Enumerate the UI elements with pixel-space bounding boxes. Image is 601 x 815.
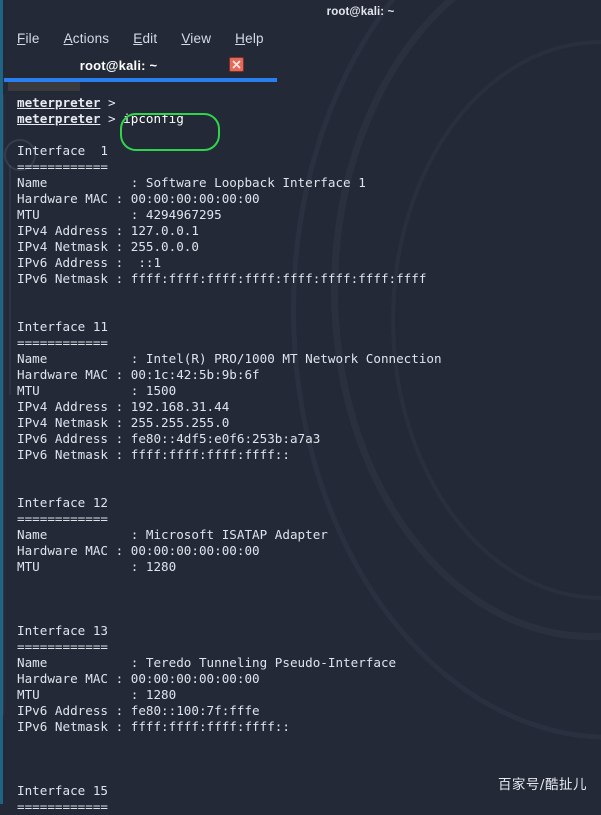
menu-item-file[interactable]: File (17, 31, 40, 46)
window-titlebar: root@kali: ~ (0, 0, 601, 24)
menu-item-actions[interactable]: Actions (64, 31, 110, 46)
terminal-line: Interface 11 (17, 319, 108, 334)
menu-item-view-label: iew (190, 30, 212, 46)
menu-item-actions-label: ctions (72, 30, 110, 46)
terminal-line: MTU : 1280 (17, 559, 177, 574)
menu-item-file-label: ile (25, 30, 40, 46)
terminal-line: Name : Teredo Tunneling Pseudo-Interface (17, 655, 397, 670)
terminal-line: MTU : 1500 (17, 383, 177, 398)
terminal-line: IPv6 Netmask : ffff:ffff:ffff:ffff:: (17, 719, 290, 734)
terminal-line: IPv6 Address : ::1 (17, 255, 162, 270)
terminal-prompt-line: meterpreter > ipconfig (17, 111, 601, 127)
terminal-command: ipconfig (123, 111, 184, 126)
menubar: File Actions Edit View Help (0, 24, 601, 52)
watermark: 百家号/酷扯儿 (497, 777, 587, 793)
prompt-user: meterpreter (17, 111, 101, 126)
terminal-line: IPv6 Netmask : ffff:ffff:ffff:ffff:: (17, 447, 290, 462)
menu-item-help-accel: H (235, 30, 246, 46)
terminal-line: ============ (17, 639, 108, 654)
terminal-line: Hardware MAC : 00:1c:42:5b:9b:6f (17, 367, 260, 382)
window-left-border (0, 0, 3, 804)
terminal-line: ============ (17, 159, 108, 174)
tab-root-kali[interactable]: root@kali: ~ (0, 52, 277, 79)
terminal-line: IPv6 Address : fe80::4df5:e0f6:253b:a7a3 (17, 431, 321, 446)
window-title: root@kali: ~ (326, 6, 395, 18)
terminal-line: Name : Microsoft ISATAP Adapter (17, 527, 328, 542)
terminal-prompt-line: meterpreter > (17, 95, 601, 111)
menu-item-help[interactable]: Help (235, 31, 264, 46)
terminal-line: ============ (17, 511, 108, 526)
terminal-line: Interface 13 (17, 623, 108, 638)
terminal-line: ============ (17, 799, 108, 814)
menu-item-help-label: elp (245, 30, 264, 46)
menu-item-view-accel: V (181, 30, 191, 46)
menu-item-edit-label: dit (142, 30, 158, 46)
menu-item-actions-accel: A (63, 30, 73, 46)
terminal-line: IPv6 Address : fe80::100:7f:fffe (17, 703, 260, 718)
terminal-line: Hardware MAC : 00:00:00:00:00:00 (17, 191, 260, 206)
terminal-line: IPv4 Address : 127.0.0.1 (17, 223, 199, 238)
terminal-line: Name : Software Loopback Interface 1 (17, 175, 366, 190)
terminal-output[interactable]: meterpreter > meterpreter > ipconfig Int… (0, 82, 601, 815)
terminal-line: Hardware MAC : 00:00:00:00:00:00 (17, 671, 260, 686)
terminal-line: IPv4 Address : 192.168.31.44 (17, 399, 230, 414)
terminal-line: ============ (17, 335, 108, 350)
terminal-line: Name : Intel(R) PRO/1000 MT Network Conn… (17, 351, 442, 366)
prompt-caret: > (100, 111, 124, 126)
prompt-user: meterpreter (17, 95, 101, 110)
close-icon[interactable] (229, 57, 244, 72)
tabbar: root@kali: ~ (0, 52, 601, 91)
menu-item-edit[interactable]: Edit (133, 31, 157, 46)
terminal-line: Interface 12 (17, 495, 108, 510)
terminal-line: MTU : 4294967295 (17, 207, 222, 222)
terminal-line: IPv4 Netmask : 255.255.255.0 (17, 415, 230, 430)
terminal-line: MTU : 1280 (17, 687, 177, 702)
terminal-line: Hardware MAC : 00:00:00:00:00:00 (17, 543, 260, 558)
prompt-caret: > (100, 95, 124, 110)
terminal-line: IPv6 Netmask : ffff:ffff:ffff:ffff:ffff:… (17, 271, 427, 286)
terminal-line: Interface 1 (17, 143, 108, 158)
menu-item-view[interactable]: View (181, 31, 211, 46)
terminal-line: IPv4 Netmask : 255.0.0.0 (17, 239, 199, 254)
